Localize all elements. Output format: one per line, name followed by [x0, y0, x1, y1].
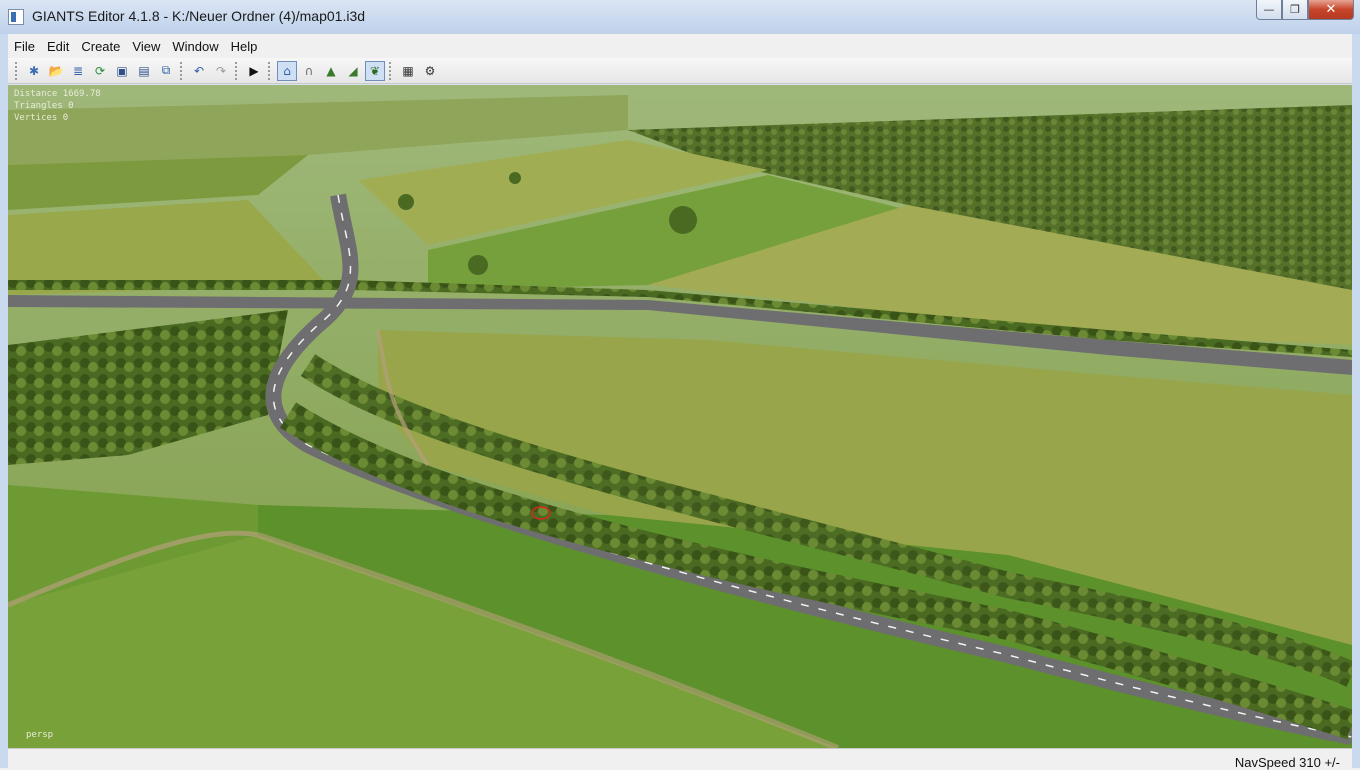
menu-edit[interactable]: Edit	[41, 39, 75, 54]
redo-icon: ↷	[215, 63, 227, 78]
main-toolbar: ✱ 📂 ≣ ⟳ ▣ ▤ ⧉ ↶ ↷ ▶ ⌂ ∩ ▲ ◢ ❦ ▦ ⚙	[8, 58, 1352, 84]
redo-button[interactable]: ↷	[211, 61, 231, 81]
3d-viewport[interactable]: Distance 1669.78 Triangles 0 Vertices 0 …	[8, 85, 1352, 748]
stat-triangles: Triangles 0	[14, 101, 74, 111]
menu-help[interactable]: Help	[225, 39, 264, 54]
import-button[interactable]: ≣	[68, 61, 88, 81]
toolbar-separator	[180, 61, 185, 80]
terrain-sculpt-icon: ∩	[304, 63, 314, 78]
export-icon: ⧉	[161, 63, 171, 77]
select-mode-icon: ⌂	[283, 63, 291, 78]
app-icon[interactable]	[8, 9, 24, 25]
open-icon: 📂	[48, 63, 64, 78]
menu-view[interactable]: View	[126, 39, 166, 54]
refresh-icon: ⟳	[94, 63, 106, 78]
export-button[interactable]: ⧉	[156, 61, 176, 81]
scene-render	[8, 85, 1352, 748]
window-frame-left	[0, 34, 8, 768]
status-bar: NavSpeed 310 +/-	[8, 748, 1352, 770]
toolbar-separator	[268, 61, 273, 80]
foliage-mode-button[interactable]: ❦	[365, 60, 385, 81]
stat-distance: Distance 1669.78	[14, 89, 101, 99]
checker-icon: ▦	[402, 63, 414, 78]
window-frame-right	[1352, 34, 1360, 768]
menu-file[interactable]: File	[8, 39, 41, 54]
play-button[interactable]: ▶	[244, 61, 264, 81]
editor-window: GIANTS Editor 4.1.8 - K:/Neuer Ordner (4…	[0, 0, 1360, 770]
import-icon: ≣	[72, 63, 84, 78]
title-bar[interactable]: GIANTS Editor 4.1.8 - K:/Neuer Ordner (4…	[0, 0, 1360, 34]
stat-vertices: Vertices 0	[14, 113, 69, 123]
terrain-paint-icon: ▲	[326, 63, 336, 78]
gear-checker-icon: ⚙	[424, 63, 436, 78]
toolbar-separator	[389, 61, 394, 80]
menu-create[interactable]: Create	[75, 39, 126, 54]
select-mode-button[interactable]: ⌂	[277, 60, 297, 81]
gear-checker-button[interactable]: ⚙	[420, 61, 440, 81]
save-all-button[interactable]: ▤	[134, 61, 154, 81]
minimize-button[interactable]: —	[1256, 0, 1282, 20]
toolbar-separator	[15, 61, 20, 80]
undo-button[interactable]: ↶	[189, 61, 209, 81]
checker-button[interactable]: ▦	[398, 61, 418, 81]
camera-label: persp	[26, 730, 54, 740]
toolbar-separator	[235, 61, 240, 80]
new-scene-button[interactable]: ✱	[24, 61, 44, 81]
foliage-paint-button[interactable]: ◢	[343, 61, 363, 81]
save-icon: ▣	[116, 63, 128, 78]
caption-buttons: — ❐ ✕	[1256, 0, 1354, 22]
foliage-paint-icon: ◢	[348, 63, 358, 78]
save-all-icon: ▤	[138, 63, 150, 78]
save-button[interactable]: ▣	[112, 61, 132, 81]
new-scene-icon: ✱	[28, 63, 40, 78]
close-button[interactable]: ✕	[1308, 0, 1354, 20]
menu-window[interactable]: Window	[166, 39, 224, 54]
foliage-mode-icon: ❦	[369, 63, 381, 78]
play-icon: ▶	[249, 63, 259, 78]
refresh-button[interactable]: ⟳	[90, 61, 110, 81]
menu-bar: File Edit Create View Window Help	[8, 34, 1352, 59]
terrain-sculpt-button[interactable]: ∩	[299, 61, 319, 81]
terrain-paint-button[interactable]: ▲	[321, 61, 341, 81]
open-button[interactable]: 📂	[46, 61, 66, 81]
window-title: GIANTS Editor 4.1.8 - K:/Neuer Ordner (4…	[32, 8, 366, 24]
undo-icon: ↶	[193, 63, 205, 78]
maximize-button[interactable]: ❐	[1282, 0, 1308, 20]
